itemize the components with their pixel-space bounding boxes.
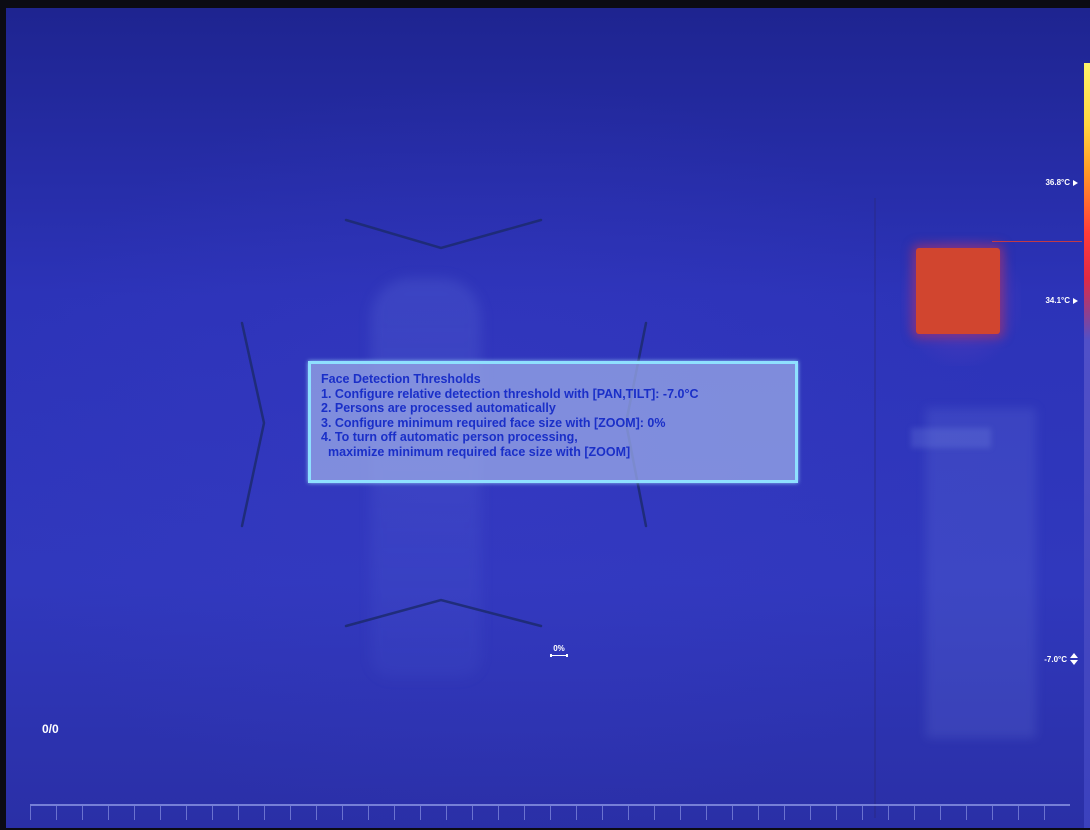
person-counter: 0/0	[42, 722, 59, 736]
instruction-3: 3. Configure minimum required face size …	[321, 415, 666, 430]
scale-reference-label: 34.1°C	[1045, 296, 1078, 305]
instruction-1: 1. Configure relative detection threshol…	[321, 386, 699, 401]
frame-bottom-chevron	[344, 598, 543, 628]
detection-threshold-control[interactable]: -7.0°C	[1044, 653, 1078, 665]
zoom-indicator: 0%	[550, 645, 568, 657]
heat-source	[916, 248, 1000, 334]
triangle-pointer-icon	[1073, 297, 1078, 304]
panel-title: Face Detection Thresholds	[321, 372, 481, 386]
up-down-arrows-icon[interactable]	[1070, 653, 1078, 665]
threshold-value: -7.0°C	[1044, 654, 1067, 664]
triangle-pointer-icon	[1073, 179, 1078, 186]
scale-alarm-line	[992, 241, 1082, 242]
scale-max-label: 36.8°C	[1045, 178, 1078, 187]
instruction-2: 2. Persons are processed automatically	[321, 401, 556, 415]
instruction-4: 4. To turn off automatic person processi…	[321, 430, 578, 444]
zoom-width-icon	[550, 654, 568, 657]
temperature-color-scale	[1084, 63, 1090, 828]
bottom-ruler-ticks	[30, 806, 1070, 820]
frame-top-chevron	[344, 218, 543, 250]
thermal-camera-view: 36.8°C 34.1°C -7.0°C Face Detection Thre…	[6, 8, 1090, 828]
zoom-value: 0%	[553, 644, 565, 653]
face-detection-thresholds-panel: Face Detection Thresholds 1. Configure r…	[308, 361, 798, 483]
frame-left-chevron	[240, 321, 266, 528]
instruction-4-continued: maximize minimum required face size with…	[328, 444, 631, 459]
